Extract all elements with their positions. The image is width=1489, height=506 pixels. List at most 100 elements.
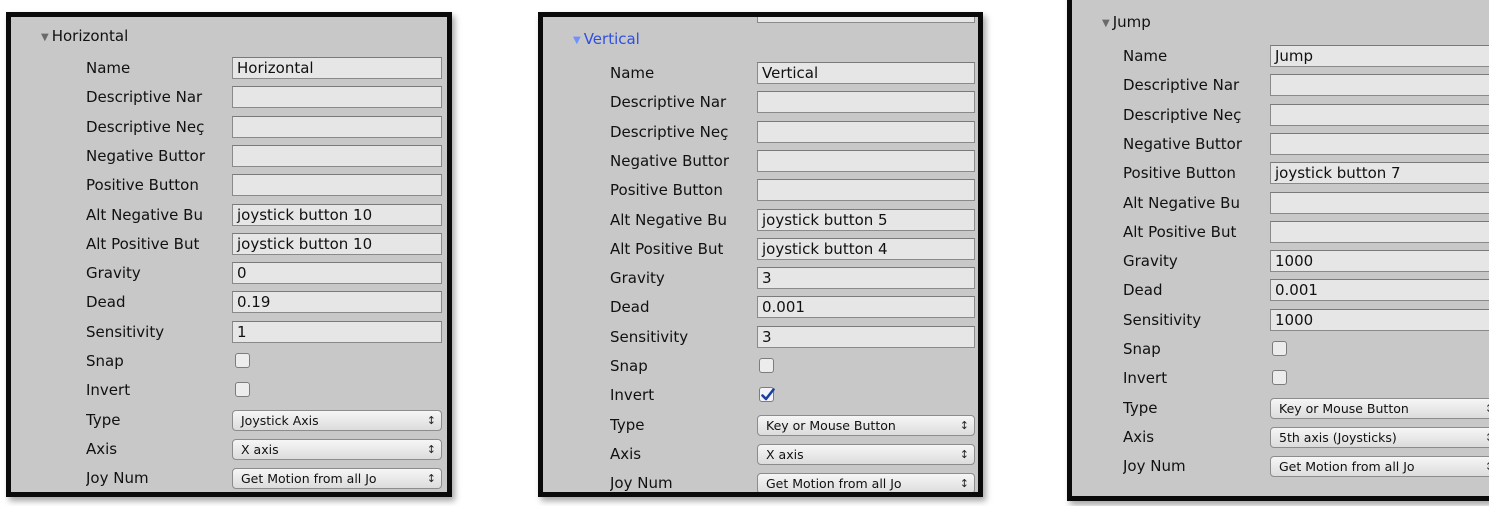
dropdown-value: Get Motion from all Jo — [766, 476, 902, 492]
property-row-alt-negative-bu: Alt Negative Bu — [1072, 189, 1489, 217]
text-field-sensitivity[interactable]: 1 — [232, 320, 442, 343]
property-row-sensitivity: Sensitivity 3 — [543, 323, 978, 351]
checkbox-invert[interactable] — [759, 387, 775, 403]
property-label: Axis — [610, 444, 642, 463]
property-row-descriptive-nar: Descriptive Nar — [543, 88, 978, 116]
dropdown-type[interactable]: Key or Mouse Button ↕ — [757, 414, 975, 436]
text-field-name[interactable]: Jump — [1270, 45, 1489, 67]
property-row-dead: Dead 0.001 — [543, 293, 978, 321]
text-field-alt-positive-but[interactable]: joystick button 10 — [232, 232, 442, 255]
text-field-dead[interactable]: 0.001 — [1270, 279, 1489, 302]
text-field-descriptive-nar[interactable] — [757, 91, 975, 114]
text-field-descriptive-nar[interactable] — [1270, 74, 1489, 97]
triangle-down-icon[interactable]: ▼ — [41, 32, 49, 43]
text-field-name[interactable]: Vertical — [757, 62, 975, 84]
dropdown-type[interactable]: Joystick Axis ↕ — [232, 409, 442, 431]
property-label: Positive Button — [610, 181, 723, 200]
property-row-sensitivity: Sensitivity 1 — [11, 318, 447, 346]
checkbox-invert[interactable] — [1272, 370, 1287, 386]
dropdown-axis[interactable]: X axis ↕ — [757, 443, 975, 465]
dropdown-type[interactable]: Key or Mouse Button ↕ — [1270, 397, 1489, 419]
text-field-alt-positive-but[interactable] — [1270, 220, 1489, 243]
property-row-gravity: Gravity 0 — [11, 259, 447, 287]
text-field-alt-negative-bu[interactable]: joystick button 5 — [757, 208, 975, 231]
dropdown-axis[interactable]: X axis ↕ — [232, 438, 442, 460]
property-row-joy-num: Joy Num Get Motion from all Jo ↕ — [543, 469, 978, 493]
dropdown-joy-num[interactable]: Get Motion from all Jo ↕ — [232, 468, 442, 490]
property-label: Alt Negative Bu — [610, 210, 727, 229]
text-field-alt-positive-but[interactable]: joystick button 4 — [757, 237, 975, 260]
property-row-gravity: Gravity 1000 — [1072, 247, 1489, 275]
text-field-positive-button[interactable] — [757, 179, 975, 202]
foldout-header[interactable]: ▼ Jump — [1102, 13, 1151, 31]
property-row-gravity: Gravity 3 — [543, 264, 978, 292]
up-down-arrows-icon: ↕ — [1485, 457, 1489, 476]
property-row-invert: Invert — [1072, 364, 1489, 392]
text-field-sensitivity[interactable]: 1000 — [1270, 308, 1489, 331]
text-field-dead[interactable]: 0.19 — [232, 291, 442, 314]
property-label: Snap — [86, 352, 124, 370]
property-row-name: Name Horizontal — [11, 54, 447, 82]
text-field-positive-button[interactable]: joystick button 7 — [1270, 162, 1489, 185]
up-down-arrows-icon: ↕ — [426, 442, 436, 456]
property-label: Axis — [86, 439, 118, 458]
text-field-gravity[interactable]: 3 — [757, 267, 975, 290]
dropdown-joy-num[interactable]: Get Motion from all Jo ↕ — [1270, 456, 1489, 478]
property-label: Descriptive Neç — [86, 117, 205, 136]
property-row-invert: Invert — [11, 376, 447, 404]
checkbox-snap[interactable] — [1272, 341, 1287, 356]
dropdown-axis[interactable]: 5th axis (Joysticks) ↕ — [1270, 426, 1489, 448]
property-label: Snap — [1123, 340, 1161, 358]
text-field-descriptive-ne[interactable] — [1270, 103, 1489, 126]
text-field-dead[interactable]: 0.001 — [757, 296, 975, 319]
checkbox-invert[interactable] — [235, 382, 250, 398]
dropdown-value: Get Motion from all Jo — [241, 471, 377, 487]
text-field-descriptive-ne[interactable] — [757, 120, 975, 143]
foldout-header[interactable]: ▼ Horizontal — [41, 27, 128, 45]
property-row-descriptive-ne: Descriptive Neç — [11, 113, 447, 141]
foldout-header[interactable]: ▼ Vertical — [573, 30, 640, 48]
property-row-sensitivity: Sensitivity 1000 — [1072, 306, 1489, 334]
property-row-positive-button: Positive Button — [11, 171, 447, 199]
property-label: Dead — [86, 293, 126, 312]
text-field-negative-buttor[interactable] — [232, 144, 442, 167]
text-field-descriptive-nar[interactable] — [232, 86, 442, 109]
text-field-name[interactable]: Horizontal — [232, 57, 442, 79]
property-label: Joy Num — [610, 474, 673, 493]
up-down-arrows-icon: ↕ — [959, 447, 969, 461]
text-field-positive-button[interactable] — [232, 174, 442, 197]
text-field-sensitivity[interactable]: 3 — [757, 325, 975, 348]
dropdown-value: Key or Mouse Button — [766, 417, 896, 433]
text-field-descriptive-ne[interactable] — [232, 115, 442, 138]
property-label: Descriptive Nar — [1123, 76, 1240, 95]
checkbox-snap[interactable] — [759, 358, 774, 373]
text-field-negative-buttor[interactable] — [1270, 132, 1489, 155]
dropdown-value: X axis — [766, 446, 804, 462]
dropdown-value: Key or Mouse Button — [1279, 400, 1409, 416]
property-label: Negative Buttor — [86, 146, 205, 165]
property-label: Type — [610, 415, 645, 434]
text-field-gravity[interactable]: 1000 — [1270, 250, 1489, 273]
property-row-negative-buttor: Negative Buttor — [1072, 130, 1489, 158]
property-row-invert: Invert — [543, 381, 978, 409]
text-field-alt-negative-bu[interactable] — [1270, 191, 1489, 214]
property-row-dead: Dead 0.001 — [1072, 276, 1489, 304]
dropdown-joy-num[interactable]: Get Motion from all Jo ↕ — [757, 473, 975, 492]
triangle-down-icon[interactable]: ▼ — [1102, 18, 1110, 29]
property-row-alt-positive-but: Alt Positive But joystick button 4 — [543, 235, 978, 263]
property-label: Name — [610, 64, 655, 82]
text-field-alt-negative-bu[interactable]: joystick button 10 — [232, 203, 442, 226]
property-row-type: Type Key or Mouse Button ↕ — [1072, 394, 1489, 422]
property-label: Negative Buttor — [1123, 134, 1242, 153]
dropdown-value: Get Motion from all Jo — [1279, 459, 1415, 475]
text-field-negative-buttor[interactable] — [757, 149, 975, 172]
property-label: Name — [86, 59, 131, 77]
property-row-axis: Axis 5th axis (Joysticks) ↕ — [1072, 423, 1489, 451]
checkbox-snap[interactable] — [235, 353, 250, 368]
triangle-down-icon[interactable]: ▼ — [573, 35, 581, 46]
text-field-gravity[interactable]: 0 — [232, 262, 442, 285]
property-label: Alt Negative Bu — [1123, 193, 1240, 212]
property-row-name: Name Jump — [1072, 42, 1489, 70]
dropdown-value: 5th axis (Joysticks) — [1279, 429, 1397, 445]
property-label: Negative Buttor — [610, 151, 729, 170]
